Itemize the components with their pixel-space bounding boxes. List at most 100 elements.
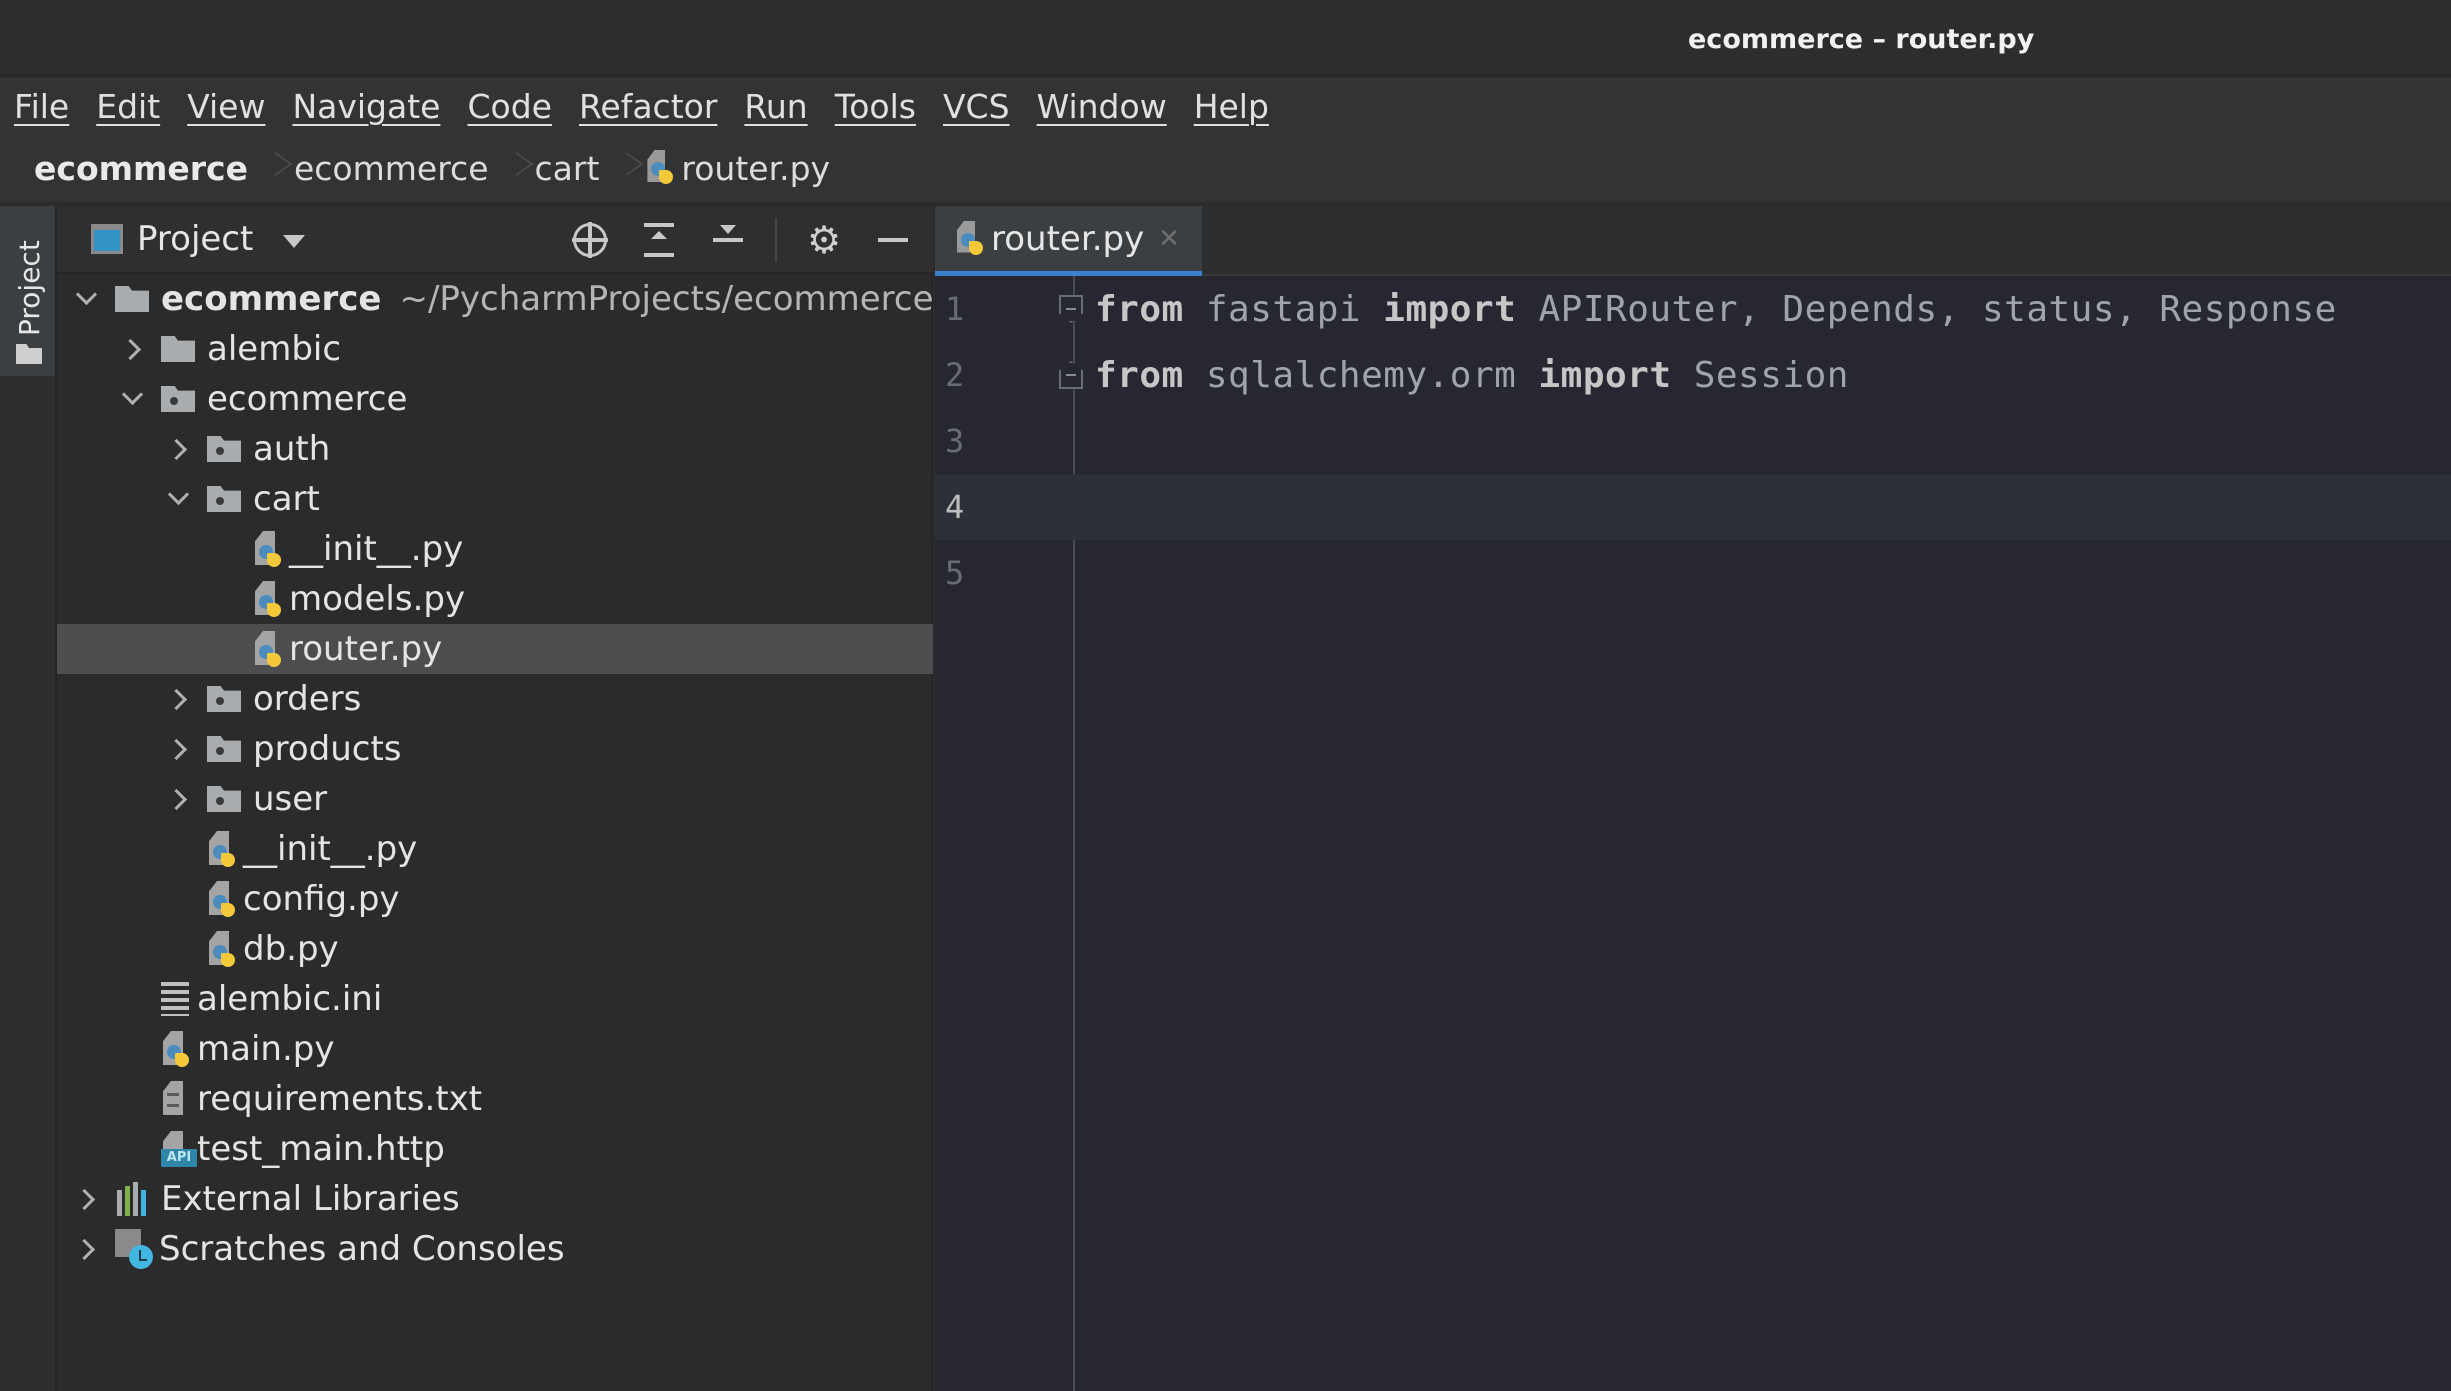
tree-item-config-py[interactable]: config.py — [57, 874, 933, 924]
breadcrumb-separator — [505, 150, 519, 186]
tree-item-products[interactable]: products — [57, 724, 933, 774]
menu-help[interactable]: Help — [1194, 87, 1269, 126]
chevron-right-icon[interactable] — [163, 784, 193, 814]
code-line-1[interactable]: 1 from fastapi import APIRouter, Depends… — [935, 276, 2451, 342]
tree-item-label: __init__.py — [243, 829, 418, 869]
breadcrumb-folder[interactable]: cart — [535, 149, 600, 188]
tree-item-label: main.py — [197, 1029, 335, 1069]
menu-tools[interactable]: Tools — [835, 87, 916, 126]
tree-item-test-main-http[interactable]: API test_main.http — [57, 1124, 933, 1174]
tree-item-alembic-ini[interactable]: alembic.ini — [57, 974, 933, 1024]
chevron-right-icon[interactable] — [71, 1184, 101, 1214]
fold-open-icon[interactable] — [1059, 295, 1083, 323]
expand-all-icon — [644, 223, 674, 257]
breadcrumb-project[interactable]: ecommerce — [34, 149, 248, 188]
project-panel: Project ⚙ ecommerce ~/PycharmProjects/ec… — [57, 206, 934, 1391]
select-opened-file-button[interactable] — [568, 218, 612, 262]
project-tool-window-label: Project — [13, 240, 46, 336]
left-tool-strip: Project — [0, 206, 57, 1391]
menu-navigate[interactable]: Navigate — [292, 87, 440, 126]
tree-item-requirements-txt[interactable]: requirements.txt — [57, 1074, 933, 1124]
project-tool-window-button[interactable]: Project — [0, 206, 55, 376]
line-number: 1 — [945, 290, 965, 328]
breadcrumb-package[interactable]: ecommerce — [294, 149, 489, 188]
minimize-icon — [878, 238, 908, 242]
menu-run[interactable]: Run — [744, 87, 807, 126]
code-line-5[interactable]: 5 — [935, 540, 2451, 606]
tree-item-auth[interactable]: auth — [57, 424, 933, 474]
menu-view[interactable]: View — [187, 87, 265, 126]
menu-code[interactable]: Code — [467, 87, 551, 126]
package-folder-icon — [207, 736, 241, 762]
breadcrumb-file[interactable]: router.py — [681, 149, 830, 188]
menu-vcs[interactable]: VCS — [943, 87, 1010, 126]
chevron-right-icon[interactable] — [163, 734, 193, 764]
line-number: 3 — [945, 422, 965, 460]
code-line-4-current[interactable]: 4 — [935, 474, 2451, 540]
python-file-icon — [207, 881, 237, 917]
tree-item-cart[interactable]: cart — [57, 474, 933, 524]
tree-item-alembic[interactable]: alembic — [57, 324, 933, 374]
chevron-down-icon[interactable] — [163, 484, 193, 514]
folder-icon — [161, 336, 195, 362]
chevron-right-icon[interactable] — [71, 1234, 101, 1264]
tree-item-label: config.py — [243, 879, 400, 919]
tree-item-scratches-and-consoles[interactable]: Scratches and Consoles — [57, 1224, 933, 1274]
project-panel-header: Project ⚙ — [57, 206, 933, 274]
close-icon[interactable]: ✕ — [1158, 224, 1180, 254]
chevron-down-icon[interactable] — [283, 234, 306, 248]
tree-item-init-py[interactable]: __init__.py — [57, 824, 933, 874]
tree-item-label: __init__.py — [289, 529, 464, 569]
tree-item-router-py[interactable]: router.py — [57, 624, 933, 674]
tree-item-label: alembic.ini — [197, 979, 383, 1019]
folder-icon — [16, 344, 42, 364]
collapse-all-button[interactable] — [706, 218, 750, 262]
tree-item-external-libraries[interactable]: External Libraries — [57, 1174, 933, 1224]
code-line-3[interactable]: 3 — [935, 408, 2451, 474]
menu-window[interactable]: Window — [1037, 87, 1167, 126]
tree-item-orders[interactable]: orders — [57, 674, 933, 724]
hide-panel-button[interactable] — [871, 218, 915, 262]
chevron-down-icon[interactable] — [117, 384, 147, 414]
tree-item-models-py[interactable]: models.py — [57, 574, 933, 624]
python-file-icon — [207, 831, 237, 867]
editor-area: router.py ✕ 1 from fastapi import APIRou… — [935, 206, 2451, 1391]
tree-item-user[interactable]: user — [57, 774, 933, 824]
project-view-icon — [91, 224, 123, 254]
chevron-right-icon[interactable] — [163, 434, 193, 464]
code-line-2[interactable]: 2 from sqlalchemy.orm import Session — [935, 342, 2451, 408]
chevron-down-icon[interactable] — [71, 284, 101, 314]
tree-item-ecommerce-package[interactable]: ecommerce — [57, 374, 933, 424]
package-folder-icon — [207, 436, 241, 462]
tree-item-ecommerce-root[interactable]: ecommerce ~/PycharmProjects/ecommerce — [57, 274, 934, 324]
tree-item-db-py[interactable]: db.py — [57, 924, 933, 974]
chevron-right-icon[interactable] — [117, 334, 147, 364]
tree-item-label: test_main.http — [197, 1129, 445, 1169]
code-text: from sqlalchemy.orm import Session — [1095, 354, 1849, 396]
menu-bar: File Edit View Navigate Code Refactor Ru… — [0, 78, 2451, 134]
tree-item-cart-init-py[interactable]: __init__.py — [57, 524, 933, 574]
scratches-clock-icon — [115, 1229, 153, 1269]
line-number: 4 — [945, 488, 965, 526]
tree-item-label: alembic — [207, 329, 342, 369]
tree-item-label: models.py — [289, 579, 466, 619]
tree-item-label: auth — [253, 429, 331, 469]
menu-file[interactable]: File — [14, 87, 69, 126]
expand-all-button[interactable] — [637, 218, 681, 262]
python-file-icon — [253, 631, 283, 667]
python-file-icon — [645, 150, 675, 186]
project-panel-toolbar: ⚙ — [543, 218, 915, 262]
chevron-right-icon[interactable] — [163, 684, 193, 714]
panel-options-button[interactable]: ⚙ — [802, 218, 846, 262]
tree-item-path: ~/PycharmProjects/ecommerce — [399, 279, 934, 319]
tree-item-label: router.py — [289, 629, 443, 669]
package-folder-icon — [207, 786, 241, 812]
menu-edit[interactable]: Edit — [96, 87, 160, 126]
project-view-selector[interactable]: Project — [137, 219, 253, 259]
tree-item-main-py[interactable]: main.py — [57, 1024, 933, 1074]
code-editor[interactable]: 1 from fastapi import APIRouter, Depends… — [935, 276, 2451, 1391]
tab-router-py[interactable]: router.py ✕ — [935, 206, 1202, 276]
fold-close-icon[interactable] — [1059, 361, 1083, 389]
config-file-icon — [161, 982, 189, 1016]
menu-refactor[interactable]: Refactor — [579, 87, 717, 126]
